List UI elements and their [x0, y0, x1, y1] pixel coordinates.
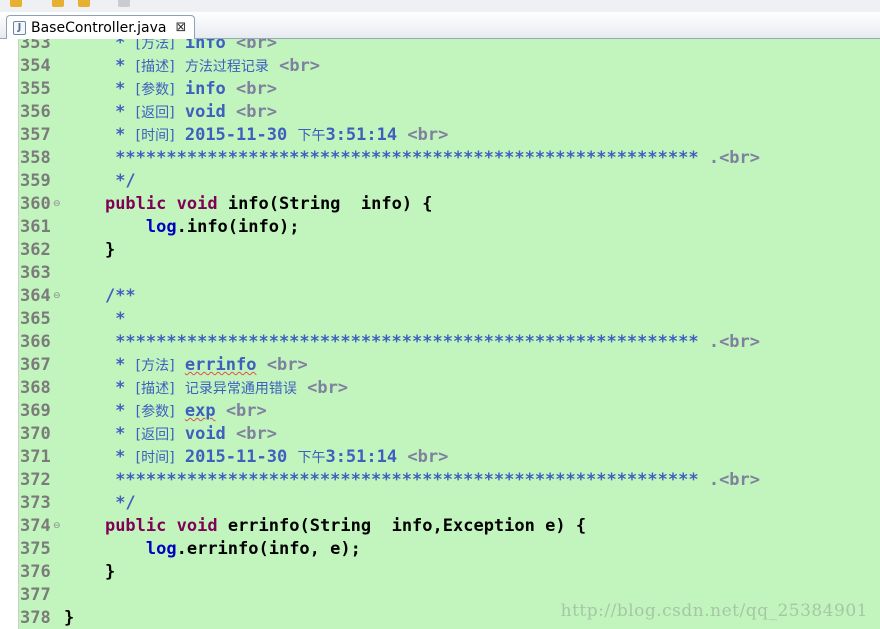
editor-tab-basecontroller[interactable]: J BaseController.java ⊠: [6, 15, 196, 39]
code-line-360: public void info(String info) {: [104, 194, 433, 214]
back-icon[interactable]: [10, 0, 22, 7]
line-number: 368: [20, 378, 51, 398]
code-line-375: log.errinfo(info, e);: [145, 539, 361, 559]
code-line-366: ****************************************…: [115, 332, 761, 352]
fold-toggle-icon[interactable]: ⊖: [53, 200, 62, 209]
code-line-364: /**: [104, 286, 136, 306]
line-number: 376: [20, 562, 51, 582]
code-line-374: public void errinfo(String info,Exceptio…: [104, 516, 587, 536]
code-line-368: * [描述] 记录异常通用错误 <br>: [64, 378, 349, 398]
code-line-376: }: [104, 562, 116, 582]
line-number: 364: [20, 286, 51, 306]
fold-toggle-icon[interactable]: ⊖: [53, 292, 62, 301]
tab-title: BaseController.java: [31, 19, 167, 36]
fold-toggle-icon[interactable]: ⊖: [53, 522, 62, 531]
code-line-373: */: [115, 493, 136, 513]
prev-edit-icon[interactable]: [52, 0, 64, 7]
code-editor[interactable]: 353 354 355 356 357 358 359 360 ⊖ 361 362 363 364 ⊖ 36…: [0, 39, 880, 629]
line-number: 377: [20, 585, 51, 605]
close-icon[interactable]: ⊠: [175, 20, 186, 35]
line-number: 355: [20, 79, 51, 99]
java-file-icon: J: [13, 20, 26, 35]
next-icon[interactable]: [118, 0, 130, 7]
line-number: 360: [20, 194, 51, 214]
line-number: 373: [20, 493, 51, 513]
line-number: 356: [20, 102, 51, 122]
code-line-365: *: [115, 309, 126, 329]
code-line-353: * [方法] info <br>: [64, 39, 277, 53]
line-number: 365: [20, 309, 51, 329]
watermark: http://blog.csdn.net/qq_25384901: [560, 601, 868, 621]
code-line-371: * [时间] 2015-11-30 下午3:51:14 <br>: [64, 447, 449, 467]
code-line-354: * [描述] 方法过程记录 <br>: [64, 56, 321, 76]
line-number: 374: [20, 516, 51, 536]
line-number: 366: [20, 332, 51, 352]
line-number: 362: [20, 240, 51, 260]
line-number: 361: [20, 217, 51, 237]
line-number: 370: [20, 424, 51, 444]
line-number: 363: [20, 263, 51, 283]
overview-ruler: [0, 39, 18, 629]
line-number: 354: [20, 56, 51, 76]
code-line-356: * [返回] void <br>: [64, 102, 277, 122]
code-line-367: * [方法] errinfo <br>: [64, 355, 308, 375]
editor-tab-bar: J BaseController.java ⊠: [0, 12, 880, 39]
line-number: 371: [20, 447, 51, 467]
forward-icon[interactable]: [78, 0, 90, 7]
code-line-357: * [时间] 2015-11-30 下午3:51:14 <br>: [64, 125, 449, 145]
code-line-362: }: [104, 240, 116, 260]
code-line-355: * [参数] info <br>: [64, 79, 277, 99]
line-number: 357: [20, 125, 51, 145]
code-line-378: }: [64, 608, 75, 628]
line-number: 367: [20, 355, 51, 375]
code-line-370: * [返回] void <br>: [64, 424, 277, 444]
code-line-369: * [参数] exp <br>: [64, 401, 267, 421]
line-number: 359: [20, 171, 51, 191]
code-line-372: ****************************************…: [115, 470, 761, 490]
line-number: 369: [20, 401, 51, 421]
code-line-361: log.info(info);: [145, 217, 300, 237]
line-number: 353: [20, 39, 51, 53]
line-number: 358: [20, 148, 51, 168]
line-number: 378: [20, 608, 51, 628]
line-number: 375: [20, 539, 51, 559]
toolbar: [0, 0, 880, 12]
code-line-359: */: [115, 171, 136, 191]
line-number: 372: [20, 470, 51, 490]
code-line-358: ****************************************…: [115, 148, 761, 168]
